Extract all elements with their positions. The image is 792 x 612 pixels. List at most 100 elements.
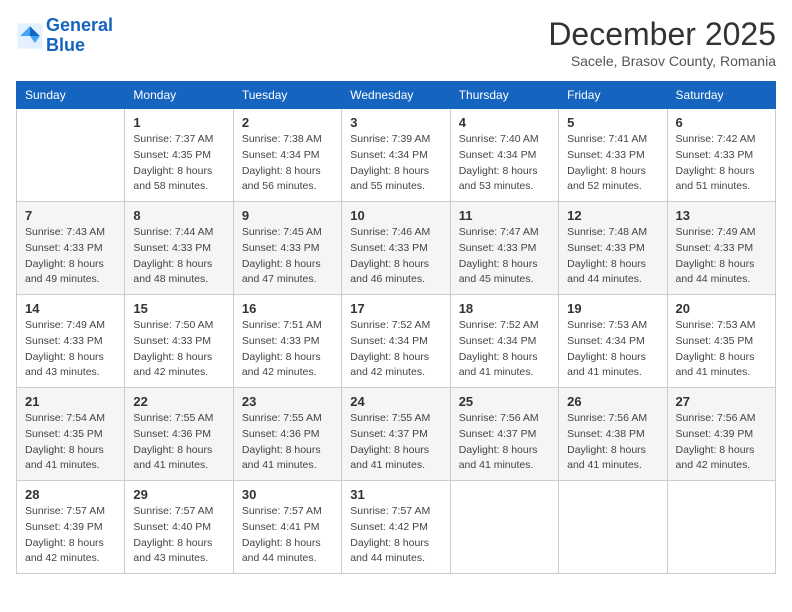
day-info: Sunrise: 7:49 AMSunset: 4:33 PMDaylight:… — [676, 225, 767, 288]
calendar-table: SundayMondayTuesdayWednesdayThursdayFrid… — [16, 81, 776, 574]
title-area: December 2025 Sacele, Brasov County, Rom… — [548, 16, 776, 69]
day-number: 4 — [459, 115, 550, 130]
day-number: 11 — [459, 208, 550, 223]
calendar-cell: 20 Sunrise: 7:53 AMSunset: 4:35 PMDayligh… — [667, 295, 775, 388]
day-number: 15 — [133, 301, 224, 316]
calendar-cell: 27Sunrise: 7:56 AMSunset: 4:39 PMDayligh… — [667, 388, 775, 481]
calendar-cell: 25Sunrise: 7:56 AMSunset: 4:37 PMDayligh… — [450, 388, 558, 481]
day-number: 22 — [133, 394, 224, 409]
day-info: Sunrise: 7:52 AMSunset: 4:34 PMDaylight:… — [459, 318, 550, 381]
day-number: 18 — [459, 301, 550, 316]
calendar-cell: 21Sunrise: 7:54 AMSunset: 4:35 PMDayligh… — [17, 388, 125, 481]
day-info: Sunrise: 7:57 AMSunset: 4:39 PMDaylight:… — [25, 504, 116, 567]
logo-blue: Blue — [46, 35, 85, 55]
calendar-cell — [450, 481, 558, 574]
logo-icon — [16, 22, 44, 50]
calendar-cell: 29Sunrise: 7:57 AMSunset: 4:40 PMDayligh… — [125, 481, 233, 574]
day-info: Sunrise: 7:41 AMSunset: 4:33 PMDaylight:… — [567, 132, 658, 195]
day-info: Sunrise: 7:38 AMSunset: 4:34 PMDaylight:… — [242, 132, 333, 195]
calendar-cell: 11Sunrise: 7:47 AMSunset: 4:33 PMDayligh… — [450, 202, 558, 295]
header: General Blue December 2025 Sacele, Braso… — [16, 16, 776, 69]
day-info: Sunrise: 7:53 AMSunset: 4:34 PMDaylight:… — [567, 318, 658, 381]
day-number: 2 — [242, 115, 333, 130]
day-info: Sunrise: 7:57 AMSunset: 4:42 PMDaylight:… — [350, 504, 441, 567]
day-number: 6 — [676, 115, 767, 130]
calendar-cell: 10 Sunrise: 7:46 AMSunset: 4:33 PMDayligh… — [342, 202, 450, 295]
month-title: December 2025 — [548, 16, 776, 53]
column-header-friday: Friday — [559, 82, 667, 109]
column-header-wednesday: Wednesday — [342, 82, 450, 109]
calendar-cell: 7 Sunrise: 7:43 AMSunset: 4:33 PMDaylight… — [17, 202, 125, 295]
day-number: 20 — [676, 301, 767, 316]
day-number: 10 — [350, 208, 441, 223]
day-number: 14 — [25, 301, 116, 316]
day-number: 23 — [242, 394, 333, 409]
day-number: 21 — [25, 394, 116, 409]
column-header-thursday: Thursday — [450, 82, 558, 109]
calendar-cell: 4Sunrise: 7:40 AMSunset: 4:34 PMDaylight… — [450, 109, 558, 202]
day-info: Sunrise: 7:55 AMSunset: 4:37 PMDaylight:… — [350, 411, 441, 474]
column-header-monday: Monday — [125, 82, 233, 109]
calendar-cell: 9Sunrise: 7:45 AMSunset: 4:33 PMDaylight… — [233, 202, 341, 295]
calendar-week-row: 21Sunrise: 7:54 AMSunset: 4:35 PMDayligh… — [17, 388, 776, 481]
day-info: Sunrise: 7:42 AMSunset: 4:33 PMDaylight:… — [676, 132, 767, 195]
calendar-cell: 31 Sunrise: 7:57 AMSunset: 4:42 PMDayligh… — [342, 481, 450, 574]
day-number: 13 — [676, 208, 767, 223]
day-info: Sunrise: 7:52 AMSunset: 4:34 PMDaylight:… — [350, 318, 441, 381]
column-header-tuesday: Tuesday — [233, 82, 341, 109]
calendar-cell: 3Sunrise: 7:39 AMSunset: 4:34 PMDaylight… — [342, 109, 450, 202]
day-info: Sunrise: 7:37 AMSunset: 4:35 PMDaylight:… — [133, 132, 224, 195]
day-info: Sunrise: 7:53 AMSunset: 4:35 PMDaylight:… — [676, 318, 767, 381]
calendar-cell: 30Sunrise: 7:57 AMSunset: 4:41 PMDayligh… — [233, 481, 341, 574]
calendar-cell: 24 Sunrise: 7:55 AMSunset: 4:37 PMDayligh… — [342, 388, 450, 481]
day-number: 17 — [350, 301, 441, 316]
day-info: Sunrise: 7:48 AMSunset: 4:33 PMDaylight:… — [567, 225, 658, 288]
calendar-week-row: 7 Sunrise: 7:43 AMSunset: 4:33 PMDaylight… — [17, 202, 776, 295]
calendar-cell: 6 Sunrise: 7:42 AMSunset: 4:33 PMDaylight… — [667, 109, 775, 202]
logo-text: General Blue — [46, 16, 113, 56]
calendar-cell: 28 Sunrise: 7:57 AMSunset: 4:39 PMDayligh… — [17, 481, 125, 574]
day-info: Sunrise: 7:50 AMSunset: 4:33 PMDaylight:… — [133, 318, 224, 381]
day-number: 5 — [567, 115, 658, 130]
calendar-cell: 17 Sunrise: 7:52 AMSunset: 4:34 PMDayligh… — [342, 295, 450, 388]
day-info: Sunrise: 7:56 AMSunset: 4:37 PMDaylight:… — [459, 411, 550, 474]
calendar-cell: 22 Sunrise: 7:55 AMSunset: 4:36 PMDayligh… — [125, 388, 233, 481]
day-info: Sunrise: 7:51 AMSunset: 4:33 PMDaylight:… — [242, 318, 333, 381]
calendar-week-row: 28 Sunrise: 7:57 AMSunset: 4:39 PMDayligh… — [17, 481, 776, 574]
calendar-cell: 26 Sunrise: 7:56 AMSunset: 4:38 PMDayligh… — [559, 388, 667, 481]
day-number: 8 — [133, 208, 224, 223]
calendar-cell: 15 Sunrise: 7:50 AMSunset: 4:33 PMDayligh… — [125, 295, 233, 388]
day-number: 31 — [350, 487, 441, 502]
calendar-cell: 19Sunrise: 7:53 AMSunset: 4:34 PMDayligh… — [559, 295, 667, 388]
day-number: 7 — [25, 208, 116, 223]
day-info: Sunrise: 7:46 AMSunset: 4:33 PMDaylight:… — [350, 225, 441, 288]
day-info: Sunrise: 7:39 AMSunset: 4:34 PMDaylight:… — [350, 132, 441, 195]
logo-general: General — [46, 15, 113, 35]
day-number: 12 — [567, 208, 658, 223]
calendar-cell — [667, 481, 775, 574]
day-number: 24 — [350, 394, 441, 409]
calendar-cell: 23 Sunrise: 7:55 AMSunset: 4:36 PMDayligh… — [233, 388, 341, 481]
column-header-sunday: Sunday — [17, 82, 125, 109]
day-number: 16 — [242, 301, 333, 316]
day-number: 28 — [25, 487, 116, 502]
calendar-cell: 1Sunrise: 7:37 AMSunset: 4:35 PMDaylight… — [125, 109, 233, 202]
calendar-week-row: 14 Sunrise: 7:49 AMSunset: 4:33 PMDayligh… — [17, 295, 776, 388]
column-header-saturday: Saturday — [667, 82, 775, 109]
day-info: Sunrise: 7:56 AMSunset: 4:38 PMDaylight:… — [567, 411, 658, 474]
calendar-header-row: SundayMondayTuesdayWednesdayThursdayFrid… — [17, 82, 776, 109]
day-info: Sunrise: 7:44 AMSunset: 4:33 PMDaylight:… — [133, 225, 224, 288]
day-info: Sunrise: 7:57 AMSunset: 4:40 PMDaylight:… — [133, 504, 224, 567]
calendar-cell — [559, 481, 667, 574]
calendar-cell: 18 Sunrise: 7:52 AMSunset: 4:34 PMDayligh… — [450, 295, 558, 388]
calendar-cell: 16 Sunrise: 7:51 AMSunset: 4:33 PMDayligh… — [233, 295, 341, 388]
day-number: 27 — [676, 394, 767, 409]
day-info: Sunrise: 7:45 AMSunset: 4:33 PMDaylight:… — [242, 225, 333, 288]
day-info: Sunrise: 7:55 AMSunset: 4:36 PMDaylight:… — [242, 411, 333, 474]
day-info: Sunrise: 7:57 AMSunset: 4:41 PMDaylight:… — [242, 504, 333, 567]
day-number: 26 — [567, 394, 658, 409]
day-info: Sunrise: 7:43 AMSunset: 4:33 PMDaylight:… — [25, 225, 116, 288]
day-info: Sunrise: 7:55 AMSunset: 4:36 PMDaylight:… — [133, 411, 224, 474]
calendar-cell: 13 Sunrise: 7:49 AMSunset: 4:33 PMDayligh… — [667, 202, 775, 295]
day-info: Sunrise: 7:49 AMSunset: 4:33 PMDaylight:… — [25, 318, 116, 381]
